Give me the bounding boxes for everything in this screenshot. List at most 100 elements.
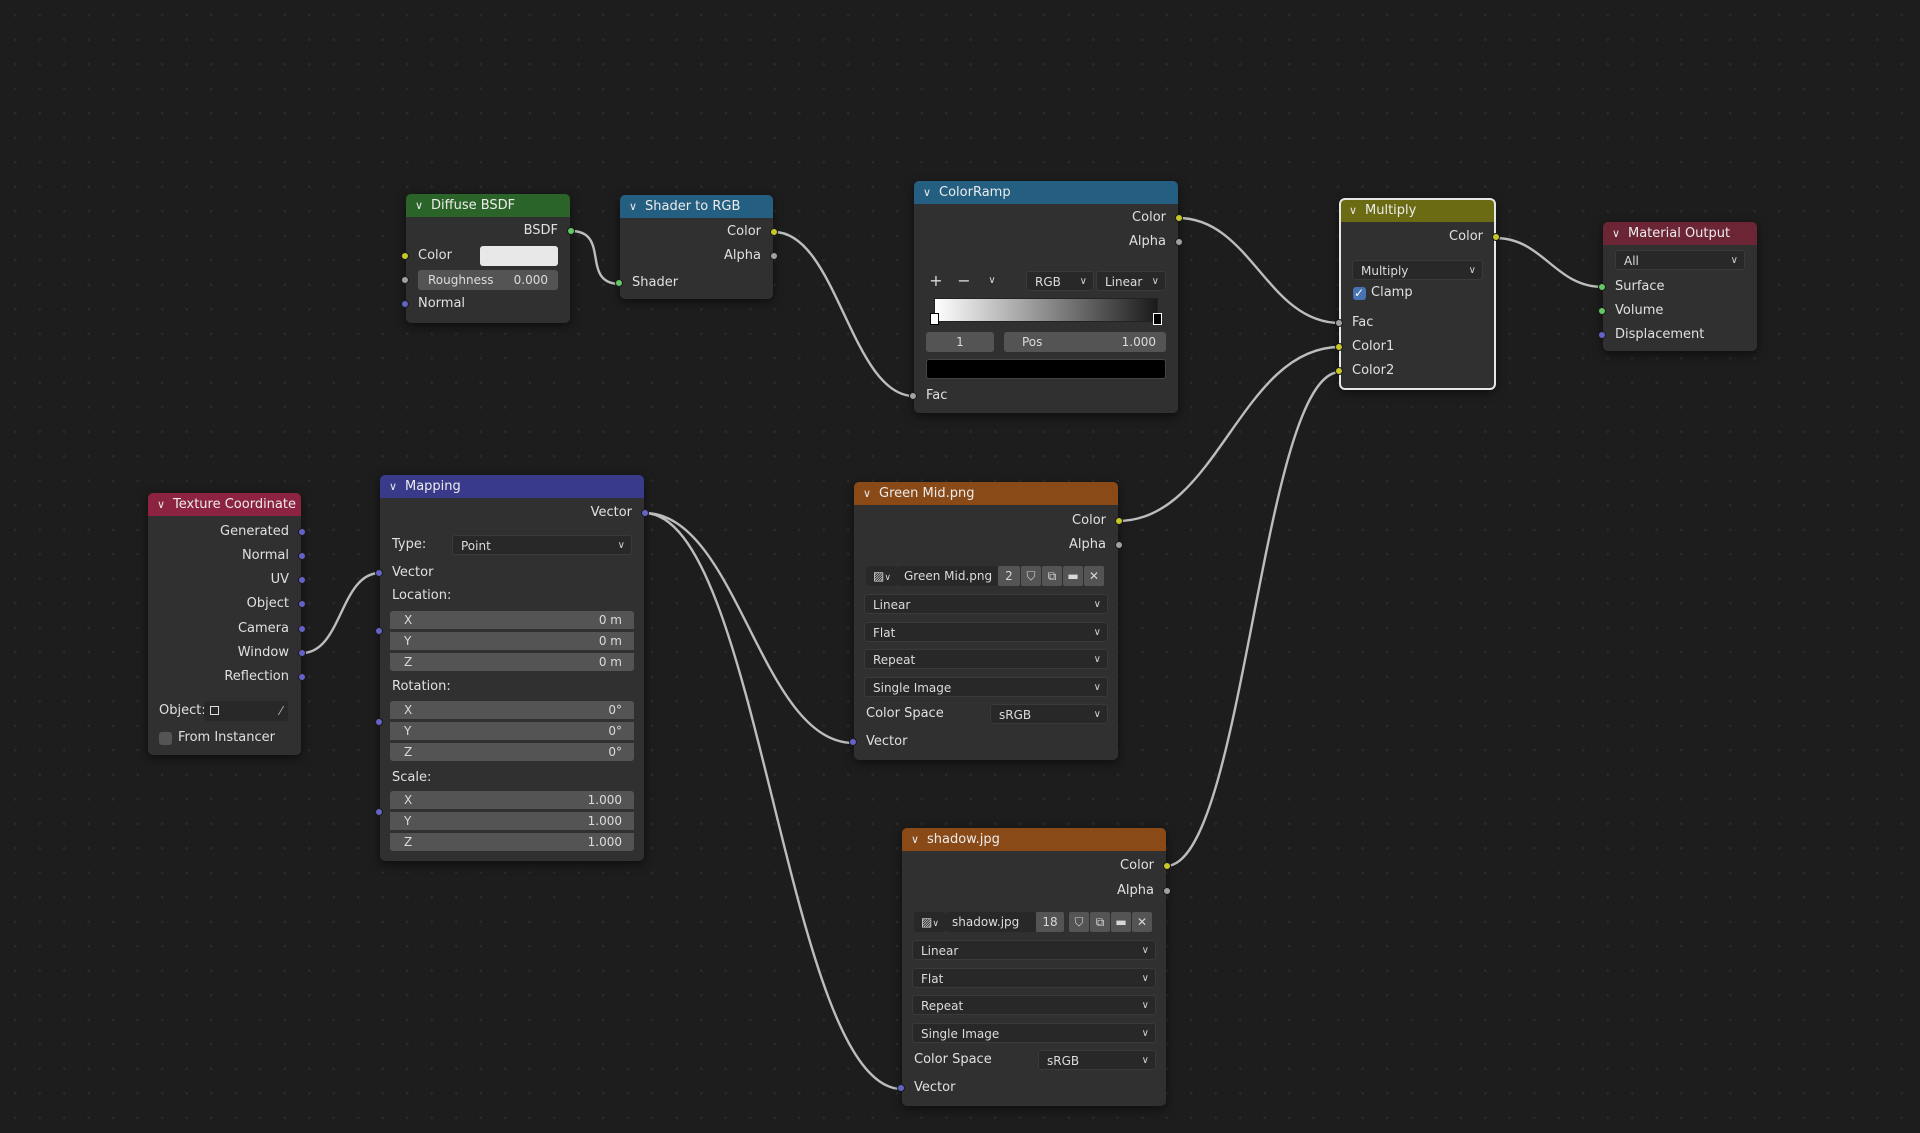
output-socket[interactable]: [1115, 517, 1123, 525]
output-socket[interactable]: [1492, 233, 1500, 241]
node-header[interactable]: ∨ Multiply: [1340, 199, 1495, 222]
input-socket[interactable]: [615, 279, 623, 287]
collapse-chevron-icon[interactable]: ∨: [389, 475, 405, 498]
rotation-z-field[interactable]: Z 0°: [390, 743, 634, 761]
collapse-chevron-icon[interactable]: ∨: [1349, 199, 1365, 222]
collapse-chevron-icon[interactable]: ∨: [863, 482, 879, 505]
source-dropdown[interactable]: Single Image ∨: [864, 677, 1108, 697]
input-socket[interactable]: [1598, 307, 1606, 315]
input-socket[interactable]: [1335, 367, 1343, 375]
image-name-field[interactable]: shadow.jpg: [946, 912, 1036, 932]
input-socket[interactable]: [897, 1084, 905, 1092]
open-folder-icon[interactable]: ▬: [1063, 566, 1083, 586]
link-diffuse-to-shader-to-rgb[interactable]: [570, 229, 621, 286]
scale-input-socket[interactable]: [375, 808, 383, 816]
output-target-dropdown[interactable]: All ∨: [1615, 250, 1745, 270]
clamp-checkbox[interactable]: [1353, 283, 1366, 303]
open-folder-icon[interactable]: ▬: [1111, 912, 1131, 932]
node-header[interactable]: ∨ Green Mid.png: [854, 482, 1118, 505]
ramp-interpolation-dropdown[interactable]: Linear ∨: [1096, 271, 1166, 291]
ramp-stop-handle-right[interactable]: [1153, 313, 1162, 325]
image-name-field[interactable]: Green Mid.png: [898, 566, 998, 586]
source-dropdown[interactable]: Single Image ∨: [912, 1023, 1156, 1043]
from-instancer-toggle[interactable]: From Instancer: [148, 728, 301, 748]
extension-dropdown[interactable]: Repeat ∨: [912, 995, 1156, 1015]
output-socket[interactable]: [1115, 541, 1123, 549]
location-input-socket[interactable]: [375, 627, 383, 635]
input-socket[interactable]: [1335, 343, 1343, 351]
scale-z-field[interactable]: Z 1.000: [390, 833, 634, 851]
link-multiply-to-material-output[interactable]: [1494, 236, 1604, 289]
output-socket[interactable]: [298, 673, 306, 681]
scale-y-field[interactable]: Y 1.000: [390, 812, 634, 830]
ramp-menu-chevron-down-icon[interactable]: ∨: [984, 271, 1000, 291]
object-picker-field[interactable]: ⁄: [204, 701, 288, 721]
rotation-x-field[interactable]: X 0°: [390, 701, 634, 719]
color-swatch[interactable]: [480, 246, 558, 266]
location-z-field[interactable]: Z 0 m: [390, 653, 634, 671]
output-socket[interactable]: [770, 228, 778, 236]
node-shader-to-rgb[interactable]: ∨ Shader to RGB Color Alpha Shader: [615, 195, 778, 299]
node-header[interactable]: ∨ Material Output: [1603, 222, 1757, 245]
input-socket[interactable]: [909, 392, 917, 400]
input-socket[interactable]: [401, 252, 409, 260]
extension-dropdown[interactable]: Repeat ∨: [864, 649, 1108, 669]
node-image-green-mid[interactable]: ∨ Green Mid.png Color Alpha ▨∨ Green Mid.…: [849, 482, 1123, 760]
node-header[interactable]: ∨ Diffuse BSDF: [406, 194, 570, 217]
mapping-type-dropdown[interactable]: Point ∨: [452, 535, 632, 555]
node-diffuse-bsdf[interactable]: ∨ Diffuse BSDF BSDF Color Roughness 0.000…: [401, 194, 575, 323]
node-colorramp[interactable]: ∨ ColorRamp Color Alpha + − ∨ RGB ∨ Linear…: [909, 181, 1183, 413]
location-y-field[interactable]: Y 0 m: [390, 632, 634, 650]
node-mapping[interactable]: ∨ Mapping Vector Type: Point ∨ Vector Loca…: [375, 475, 649, 861]
collapse-chevron-icon[interactable]: ∨: [415, 194, 431, 217]
ramp-mode-dropdown[interactable]: RGB ∨: [1026, 271, 1094, 291]
link-shadow-to-multiply-color2[interactable]: [1165, 370, 1341, 868]
output-socket[interactable]: [298, 600, 306, 608]
link-mapping-to-green-mid[interactable]: [643, 511, 855, 745]
rotation-input-socket[interactable]: [375, 718, 383, 726]
link-shader-to-rgb-to-colorramp[interactable]: [773, 230, 915, 398]
input-socket[interactable]: [849, 738, 857, 746]
colorspace-dropdown[interactable]: sRGB ∨: [1038, 1050, 1156, 1070]
image-users-count[interactable]: 2: [998, 566, 1020, 586]
duplicate-image-icon[interactable]: ⧉: [1042, 566, 1062, 586]
node-header[interactable]: ∨ Shader to RGB: [620, 195, 773, 218]
output-socket[interactable]: [641, 509, 649, 517]
duplicate-image-icon[interactable]: ⧉: [1090, 912, 1110, 932]
output-socket[interactable]: [1163, 862, 1171, 870]
roughness-field[interactable]: Roughness 0.000: [418, 270, 558, 290]
interpolation-dropdown[interactable]: Linear ∨: [864, 594, 1108, 614]
collapse-chevron-icon[interactable]: ∨: [1612, 222, 1628, 245]
node-material-output[interactable]: ∨ Material Output All ∨ Surface Volume Dis…: [1598, 222, 1757, 351]
link-colorramp-to-multiply-fac[interactable]: [1177, 216, 1341, 325]
node-header[interactable]: ∨ shadow.jpg: [902, 828, 1166, 851]
output-socket[interactable]: [298, 625, 306, 633]
projection-dropdown[interactable]: Flat ∨: [912, 968, 1156, 988]
projection-dropdown[interactable]: Flat ∨: [864, 622, 1108, 642]
node-header[interactable]: ∨ ColorRamp: [914, 181, 1178, 204]
from-instancer-checkbox[interactable]: [159, 732, 172, 745]
input-socket[interactable]: [1598, 283, 1606, 291]
link-texcoord-window-to-mapping[interactable]: [301, 571, 381, 655]
output-socket[interactable]: [1175, 238, 1183, 246]
node-texture-coordinate[interactable]: ∨ Texture Coordinate Generated Normal UV …: [148, 493, 306, 755]
image-users-count[interactable]: 18: [1036, 912, 1064, 932]
input-socket[interactable]: [1335, 319, 1343, 327]
output-socket[interactable]: [298, 528, 306, 536]
unlink-close-icon[interactable]: ✕: [1132, 912, 1152, 932]
output-socket[interactable]: [567, 227, 575, 235]
interpolation-dropdown[interactable]: Linear ∨: [912, 940, 1156, 960]
output-socket[interactable]: [1163, 887, 1171, 895]
output-socket[interactable]: [298, 649, 306, 657]
stop-index-field[interactable]: 1: [926, 332, 994, 352]
fake-user-shield-icon[interactable]: ⛉: [1021, 566, 1041, 586]
output-socket[interactable]: [1175, 214, 1183, 222]
collapse-chevron-icon[interactable]: ∨: [157, 493, 173, 516]
eyedropper-icon[interactable]: ⁄: [280, 701, 282, 721]
input-socket[interactable]: [1598, 331, 1606, 339]
colorspace-dropdown[interactable]: sRGB ∨: [990, 704, 1108, 724]
stop-color-swatch[interactable]: [926, 359, 1166, 379]
stop-position-field[interactable]: Pos 1.000: [1004, 332, 1166, 352]
collapse-chevron-icon[interactable]: ∨: [629, 195, 645, 218]
node-header[interactable]: ∨ Texture Coordinate: [148, 493, 301, 516]
